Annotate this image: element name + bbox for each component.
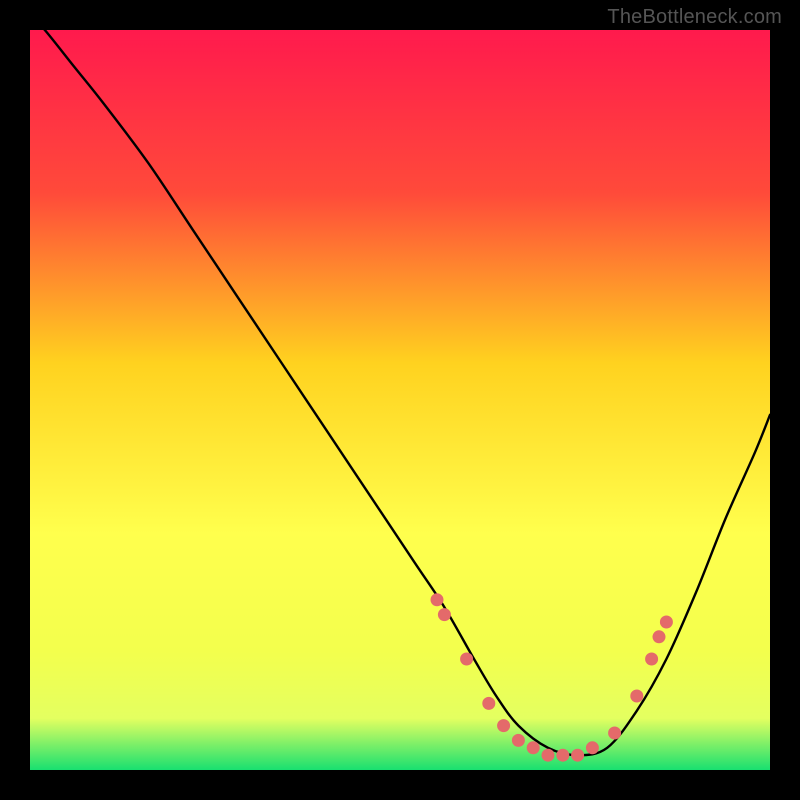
watermark-text: TheBottleneck.com — [607, 6, 782, 29]
data-dot — [630, 690, 643, 703]
curve-layer — [30, 30, 770, 770]
data-dot — [460, 653, 473, 666]
data-dot — [527, 741, 540, 754]
data-dot — [653, 630, 666, 643]
data-dot — [660, 616, 673, 629]
data-dot — [431, 593, 444, 606]
data-dot — [482, 697, 495, 710]
bottleneck-curve — [30, 30, 770, 755]
data-dot — [497, 719, 510, 732]
data-dot — [542, 749, 555, 762]
data-dot — [645, 653, 658, 666]
data-dot — [571, 749, 584, 762]
data-dot — [608, 727, 621, 740]
chart-frame: TheBottleneck.com — [0, 0, 800, 800]
data-dot — [586, 741, 599, 754]
data-dots — [431, 593, 673, 761]
data-dot — [556, 749, 569, 762]
plot-area — [30, 30, 770, 770]
data-dot — [438, 608, 451, 621]
data-dot — [512, 734, 525, 747]
